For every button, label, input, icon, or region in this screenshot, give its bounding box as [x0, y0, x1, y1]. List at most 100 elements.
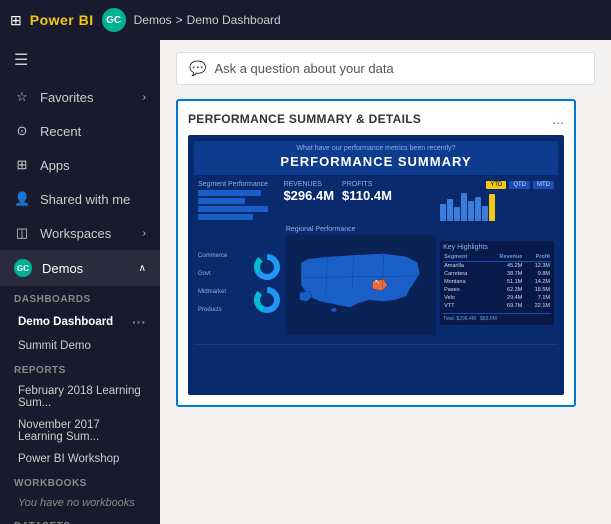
section-header-dashboards: DASHBOARDS [0, 286, 160, 309]
sidebar-sub-summit-demo[interactable]: Summit Demo [0, 335, 160, 357]
clock-icon: ⊙ [14, 123, 30, 139]
sidebar-item-shared[interactable]: 👤 Shared with me [0, 182, 160, 216]
label-products: Products [198, 307, 248, 313]
breadcrumb: Demos > Demo Dashboard [134, 13, 281, 27]
tile-header: PERFORMANCE SUMMARY & DETAILS ... [188, 111, 564, 127]
topbar: ⊞ Power BI GC Demos > Demo Dashboard [0, 0, 611, 40]
table-row: Paseo62.3M18.5M [443, 286, 551, 294]
sidebar-item-favorites[interactable]: ☆ Favorites › [0, 80, 160, 114]
seg-bar-4 [198, 214, 253, 220]
filter-ytd[interactable]: YTD [486, 181, 506, 189]
bar-1 [440, 204, 446, 221]
segment-list [198, 190, 276, 220]
bar-3 [454, 207, 460, 221]
sidebar-item-workspaces[interactable]: ◫ Workspaces › [0, 216, 160, 250]
sidebar-item-label: Shared with me [40, 192, 130, 207]
sidebar-sub-report-2[interactable]: November 2017 Learning Sum... [0, 414, 160, 448]
revenue-metric: REVENUES $296.4M [283, 181, 334, 203]
perf-main-title: PERFORMANCE SUMMARY [194, 154, 558, 169]
tile-options-button[interactable]: ... [552, 111, 564, 127]
sidebar-item-apps[interactable]: ⊞ Apps [0, 148, 160, 182]
col-header-rev: Revenue [483, 253, 523, 262]
ask-question-bar[interactable]: 💬 Ask a question about your data [176, 52, 595, 85]
star-icon: ☆ [14, 89, 30, 105]
map-area: Regional Performance [286, 226, 436, 340]
col-header-segment: Segment [443, 253, 483, 262]
dashboard-tile: PERFORMANCE SUMMARY & DETAILS ... What h… [176, 99, 576, 407]
tile-title: PERFORMANCE SUMMARY & DETAILS [188, 112, 421, 126]
chevron-up-icon: ∧ [139, 263, 146, 274]
table-title: Key Highlights [443, 244, 551, 251]
segment-label: Segment Performance [198, 181, 276, 188]
label-commerce: Commerce [198, 253, 248, 259]
perf-summary-visual: What have our performance metrics been r… [188, 135, 564, 395]
seg-bar-1 [198, 190, 261, 196]
section-header-datasets: DATASETS [0, 513, 160, 524]
chevron-right-icon: › [143, 228, 146, 239]
mini-bar-chart [440, 193, 554, 221]
sidebar: ☰ ☆ Favorites › ⊙ Recent ⊞ Apps 👤 Shared… [0, 40, 160, 524]
sidebar-item-label: Workspaces [40, 226, 111, 241]
chat-icon: 💬 [189, 60, 206, 77]
revenue-value: $296.4M [283, 188, 334, 203]
bar-7 [482, 206, 488, 221]
donut-charts [252, 252, 282, 315]
sidebar-item-label: Demos [42, 261, 83, 276]
ask-bar-placeholder: Ask a question about your data [214, 61, 393, 76]
profit-metric: PROFITS $110.4M [342, 181, 392, 203]
avatar[interactable]: GC [102, 8, 126, 32]
ellipsis-icon[interactable]: ··· [132, 314, 146, 330]
sidebar-item-label: Recent [40, 124, 81, 139]
highlights-table: Key Highlights Segment Revenue Profit [440, 241, 554, 325]
svg-text:↖: ↖ [374, 279, 379, 285]
filter-mtd[interactable]: MTD [533, 181, 554, 189]
donuts-row: Commerce Govt Midmarket Products [194, 226, 558, 345]
table-row: VTT69.7M22.1M [443, 302, 551, 310]
profit-label: PROFITS [342, 181, 392, 188]
sub-item-label: Summit Demo [18, 340, 91, 352]
breadcrumb-workspace[interactable]: Demos [134, 13, 172, 27]
chart-filter-area: YTD QTD MTD [440, 181, 554, 221]
seg-bar-3 [198, 206, 268, 212]
mini-highlights-table: Segment Revenue Profit Amarilla45.2M12.3… [443, 253, 551, 310]
sidebar-sub-demo-dashboard[interactable]: Demo Dashboard ··· [0, 309, 160, 335]
filter-qtd[interactable]: QTD [509, 181, 530, 189]
donut-section-labels: Commerce Govt Midmarket Products [198, 253, 248, 313]
table-row: Amarilla45.2M12.3M [443, 262, 551, 271]
apps-icon: ⊞ [14, 157, 30, 173]
bar-4 [461, 193, 467, 221]
breadcrumb-page: Demo Dashboard [187, 13, 281, 27]
table-body: Amarilla45.2M12.3M Carretera38.7M9.8M Mo… [443, 262, 551, 311]
hamburger-button[interactable]: ☰ [0, 40, 160, 80]
demos-avatar: GC [14, 259, 32, 277]
breadcrumb-separator: > [176, 13, 183, 27]
sidebar-sub-report-3[interactable]: Power BI Workshop [0, 448, 160, 470]
sidebar-item-label: Apps [40, 158, 70, 173]
section-header-reports: REPORTS [0, 357, 160, 380]
bar-2 [447, 199, 453, 221]
filter-buttons: YTD QTD MTD [440, 181, 554, 189]
grid-icon[interactable]: ⊞ [10, 12, 22, 29]
bar-6 [475, 197, 481, 221]
table-total: Total: $296.4M $83.0M [443, 313, 551, 322]
sub-item-label: November 2017 Learning Sum... [18, 419, 146, 443]
main-content: 💬 Ask a question about your data PERFORM… [160, 40, 611, 524]
perf-header: What have our performance metrics been r… [194, 141, 558, 175]
sidebar-item-recent[interactable]: ⊙ Recent [0, 114, 160, 148]
profit-value: $110.4M [342, 188, 392, 203]
sub-item-label: February 2018 Learning Sum... [18, 385, 146, 409]
seg-bar-2 [198, 198, 245, 204]
sidebar-item-label: Favorites [40, 90, 93, 105]
sidebar-sub-report-1[interactable]: February 2018 Learning Sum... [0, 380, 160, 414]
person-icon: 👤 [14, 191, 30, 207]
col-header-profit: Profit [523, 253, 551, 262]
workspace-icon: ◫ [14, 225, 30, 241]
label-midmarket: Midmarket [198, 289, 248, 295]
bar-5 [468, 201, 474, 221]
app-logo: Power BI [30, 12, 94, 28]
top-section: Segment Performance REVENUES $296.4M [194, 181, 558, 221]
bar-8 [489, 194, 495, 221]
segment-col: Segment Performance [198, 181, 276, 220]
label-gov: Govt [198, 271, 248, 277]
sidebar-item-demos[interactable]: GC Demos ∧ [0, 250, 160, 286]
